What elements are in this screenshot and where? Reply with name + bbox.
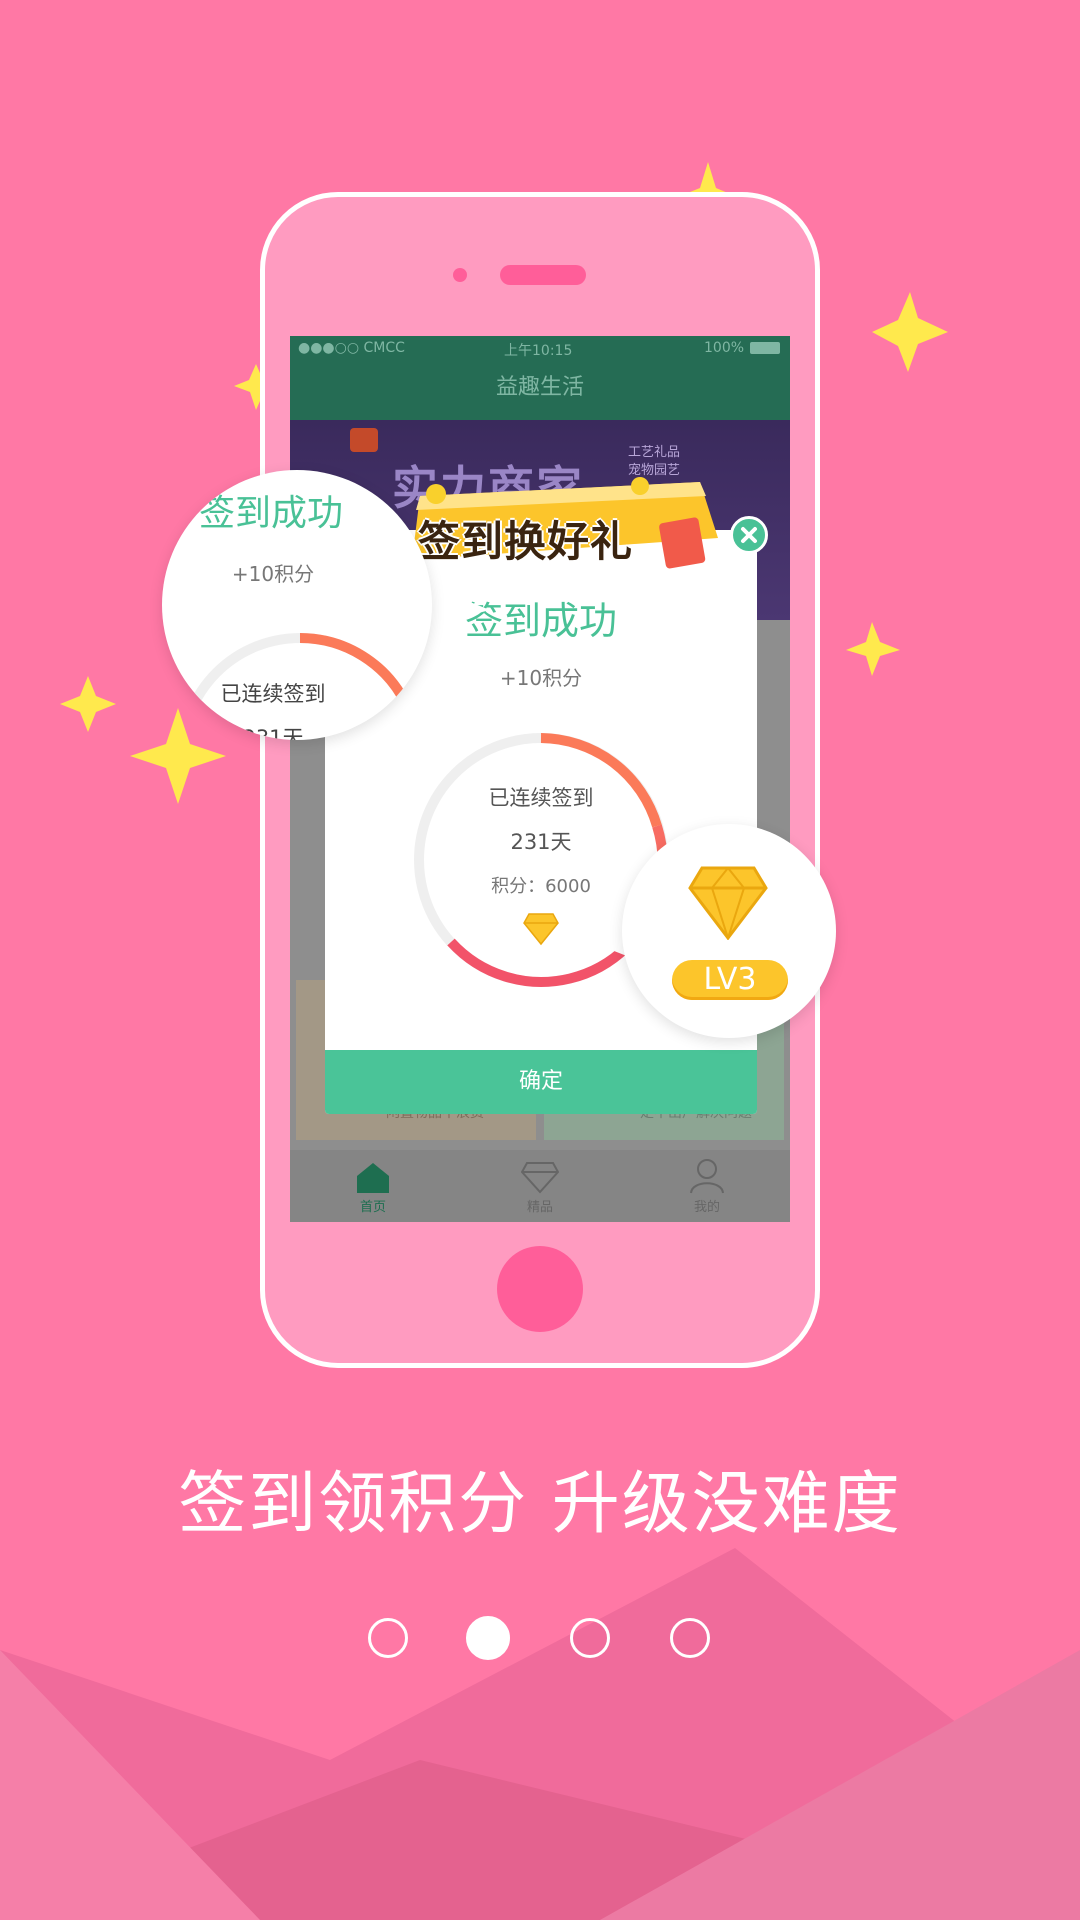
- battery-text: 100%: [704, 340, 745, 356]
- page-dot[interactable]: [570, 1618, 610, 1658]
- carrier-text: ●●●○○ CMCC: [298, 340, 405, 356]
- bubble-pointer-left: [420, 582, 490, 628]
- close-icon: [741, 527, 757, 543]
- camera-dot: [453, 268, 467, 282]
- diamond-icon: [521, 1162, 559, 1194]
- slide-caption: 签到领积分 升级没难度: [178, 1465, 902, 1544]
- tab-label: 首页: [359, 1200, 386, 1215]
- tab-label: 精品: [526, 1200, 553, 1215]
- bottom-tab-bar: 首页 精品 我的: [290, 1150, 790, 1222]
- zoom-title: 签到成功: [198, 493, 343, 534]
- star-icon: [60, 676, 116, 732]
- star-icon: [872, 292, 948, 372]
- confirm-button[interactable]: 确定: [325, 1050, 757, 1114]
- clock-text: 上午10:15: [504, 343, 573, 359]
- zoom-bubble-signin: 签到成功 +10积分 已连续签到 231天: [162, 470, 432, 740]
- diamond-icon: [688, 866, 768, 940]
- zoom-points-gain: +10积分: [231, 562, 315, 586]
- home-button: [497, 1246, 583, 1332]
- bull-logo-icon: [350, 428, 378, 452]
- tab-label: 我的: [693, 1200, 720, 1215]
- page-indicator: [0, 1616, 1080, 1664]
- tab-home[interactable]: 首页: [290, 1150, 456, 1222]
- app-title: 益趣生活: [290, 360, 790, 420]
- status-bar: ●●●○○ CMCC 上午10:15 100%: [290, 336, 790, 360]
- page-dot[interactable]: [368, 1618, 408, 1658]
- page-dot[interactable]: [670, 1618, 710, 1658]
- zoom-streak-label: 已连续签到: [220, 682, 326, 706]
- tab-mine[interactable]: 我的: [624, 1150, 790, 1222]
- streak-label: 已连续签到: [488, 786, 594, 810]
- zoom-streak-days: 231天: [242, 726, 304, 740]
- diamond-icon: [523, 913, 559, 946]
- tab-boutique[interactable]: 精品: [457, 1150, 623, 1222]
- speaker-slot: [500, 265, 586, 285]
- battery-icon: [750, 342, 780, 354]
- level-badge: LV3: [672, 960, 788, 1000]
- user-icon: [690, 1159, 724, 1194]
- page-dot-active[interactable]: [466, 1616, 510, 1660]
- home-icon: [357, 1163, 389, 1193]
- star-icon: [846, 622, 900, 676]
- banner-subtitle: 工艺礼品 宠物园艺: [628, 445, 681, 478]
- close-button[interactable]: [730, 516, 768, 554]
- ribbon-title: 签到换好礼: [418, 517, 634, 566]
